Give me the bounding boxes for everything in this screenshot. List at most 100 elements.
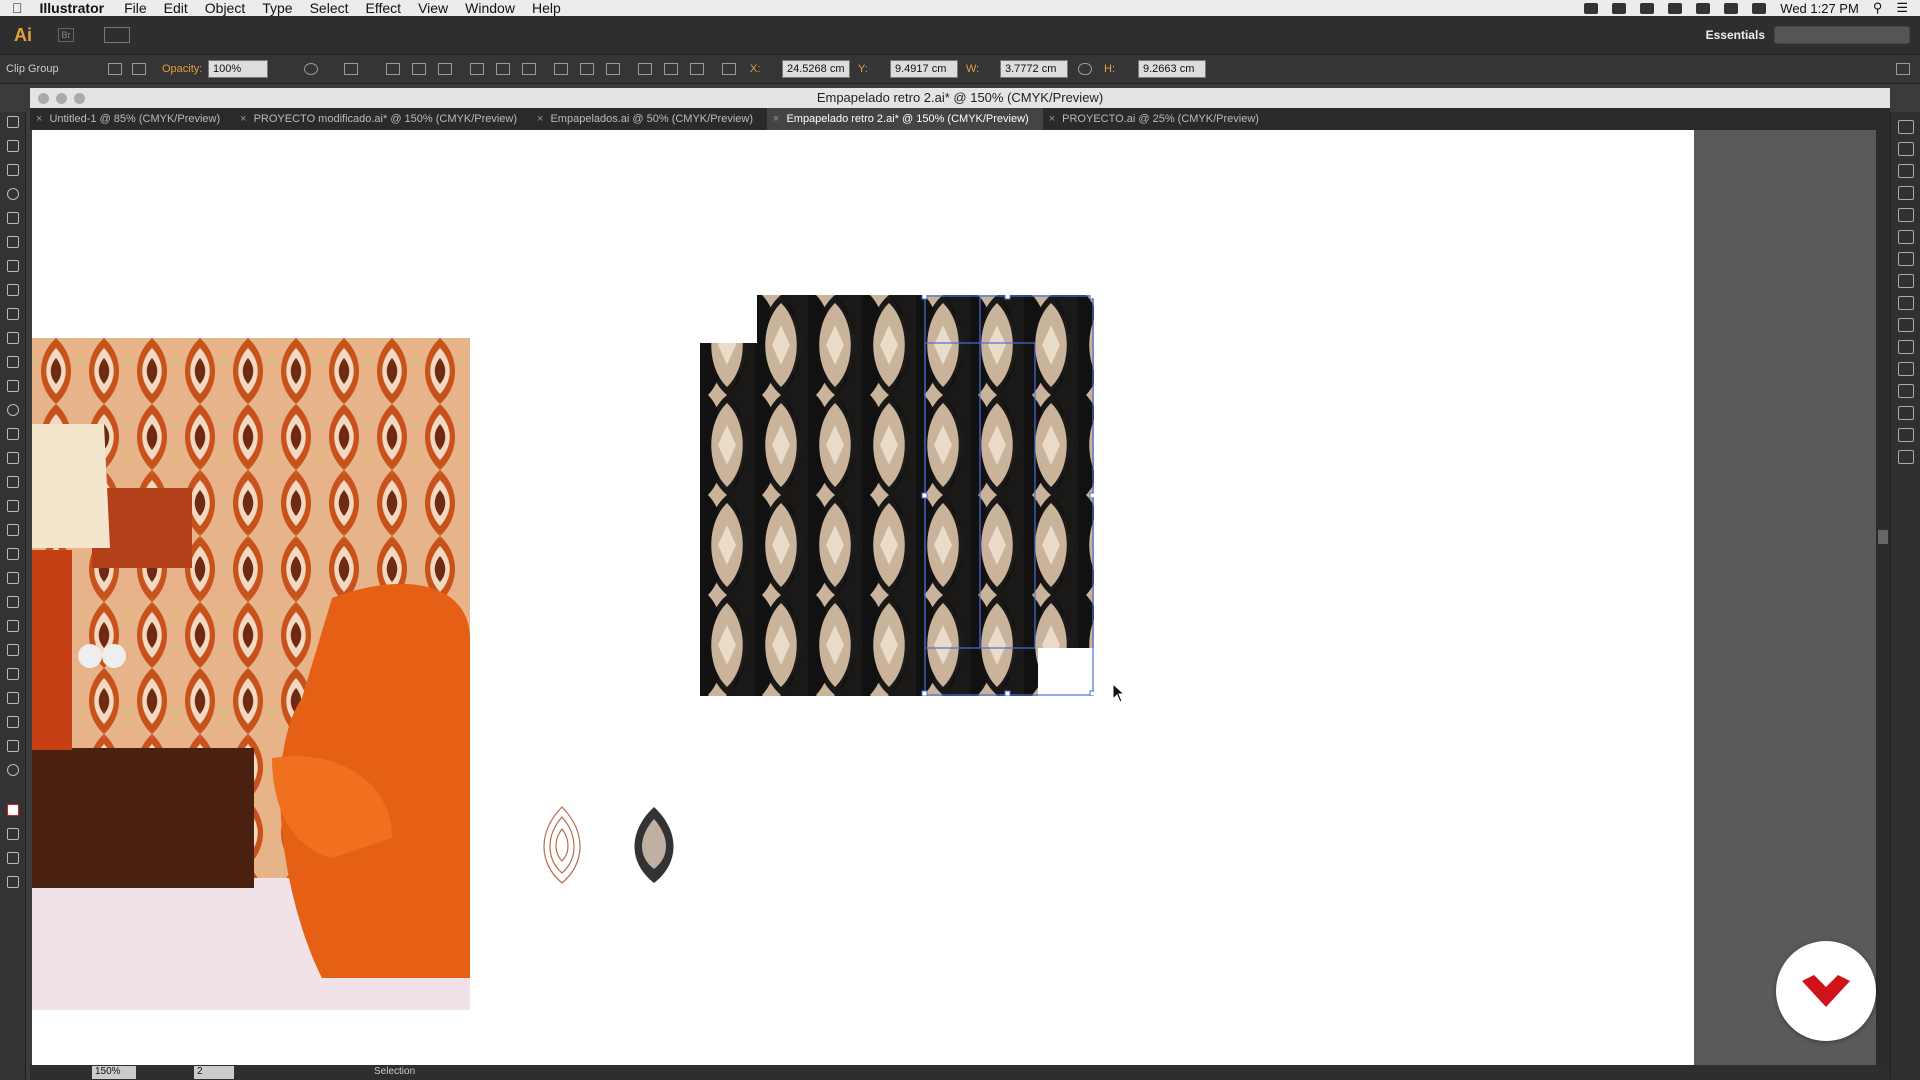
pencil-tool-icon[interactable] [3, 332, 23, 352]
selection-tool-icon[interactable] [3, 116, 23, 136]
notification-center-icon[interactable]: ☰ [1896, 0, 1908, 16]
motif-shapes[interactable] [530, 805, 690, 885]
record-icon[interactable] [1640, 2, 1655, 14]
user-icon[interactable] [1612, 2, 1627, 14]
symbols-panel-icon[interactable] [1898, 230, 1914, 244]
align-top-icon[interactable] [470, 63, 484, 75]
artboards-panel-icon[interactable] [1898, 384, 1914, 398]
hand-tool-icon[interactable] [3, 740, 23, 760]
direct-selection-tool-icon[interactable] [3, 140, 23, 160]
column-graph-tool-icon[interactable] [3, 668, 23, 688]
menu-help[interactable]: Help [532, 0, 561, 16]
transform-panel-icon[interactable] [1898, 406, 1914, 420]
tab-proyecto-modificado[interactable]: × PROYECTO modificado.ai* @ 150% (CMYK/Pr… [234, 108, 531, 130]
close-tab-icon[interactable]: × [537, 113, 543, 125]
align-left-icon[interactable] [386, 63, 400, 75]
blend-tool-icon[interactable] [3, 620, 23, 640]
menu-file[interactable]: File [124, 0, 147, 16]
distribute-right-icon[interactable] [690, 63, 704, 75]
menu-object[interactable]: Object [205, 0, 245, 16]
eyedropper-tool-icon[interactable] [3, 596, 23, 616]
gradient-tool-icon[interactable] [3, 572, 23, 592]
opacity-label[interactable]: Opacity: [162, 63, 202, 75]
menu-view[interactable]: View [418, 0, 448, 16]
color-guide-panel-icon[interactable] [1898, 142, 1914, 156]
close-tab-icon[interactable]: × [1049, 113, 1055, 125]
magic-wand-tool-icon[interactable] [3, 164, 23, 184]
rectangle-tool-icon[interactable] [3, 284, 23, 304]
rotate-tool-icon[interactable] [3, 404, 23, 424]
pasteboard[interactable] [1694, 130, 1876, 1065]
help-search-input[interactable] [1774, 26, 1910, 44]
vertical-scrollbar[interactable] [1876, 130, 1890, 1065]
wifi-icon[interactable] [1724, 2, 1739, 14]
close-tab-icon[interactable]: × [36, 113, 42, 125]
eraser-tool-icon[interactable] [3, 380, 23, 400]
workspace-switcher[interactable]: Essentials [1706, 28, 1765, 42]
layers-panel-icon[interactable] [1898, 362, 1914, 376]
lasso-tool-icon[interactable] [3, 188, 23, 208]
distribute-top-icon[interactable] [554, 63, 568, 75]
align-panel-icon[interactable] [1898, 428, 1914, 442]
scroll-thumb[interactable] [1878, 530, 1888, 544]
mesh-tool-icon[interactable] [3, 548, 23, 568]
menu-select[interactable]: Select [310, 0, 349, 16]
app-menu[interactable]: Illustrator [40, 0, 105, 16]
close-tab-icon[interactable]: × [240, 113, 246, 125]
perspective-grid-tool-icon[interactable] [3, 524, 23, 544]
close-window-icon[interactable] [38, 93, 49, 104]
menu-effect[interactable]: Effect [366, 0, 402, 16]
symbol-sprayer-tool-icon[interactable] [3, 644, 23, 664]
gradient-panel-icon[interactable] [1898, 274, 1914, 288]
spotlight-icon[interactable]: ⚲ [1873, 0, 1883, 16]
menu-type[interactable]: Type [262, 0, 292, 16]
tab-untitled-1[interactable]: × Untitled-1 @ 85% (CMYK/Preview) [30, 108, 234, 130]
control-panel-menu-icon[interactable] [1896, 63, 1910, 75]
graphic-styles-panel-icon[interactable] [1898, 340, 1914, 354]
color-panel-icon[interactable] [1898, 120, 1914, 134]
slice-tool-icon[interactable] [3, 716, 23, 736]
swatches-panel-icon[interactable] [1898, 186, 1914, 200]
align-to-icon[interactable] [344, 63, 358, 75]
menu-window[interactable]: Window [465, 0, 515, 16]
display-icon[interactable] [1668, 2, 1683, 14]
recolor-icon[interactable] [304, 63, 318, 75]
free-transform-tool-icon[interactable] [3, 476, 23, 496]
edit-contents-icon[interactable] [132, 63, 146, 75]
volume-icon[interactable] [1696, 2, 1711, 14]
tab-empapelados[interactable]: × Empapelados.ai @ 50% (CMYK/Preview) [531, 108, 767, 130]
align-middle-icon[interactable] [496, 63, 510, 75]
tab-proyecto[interactable]: × PROYECTO.ai @ 25% (CMYK/Preview) [1043, 108, 1273, 130]
menu-edit[interactable]: Edit [164, 0, 188, 16]
minimize-window-icon[interactable] [56, 93, 67, 104]
screen-mode-icon[interactable] [3, 876, 23, 896]
x-field[interactable]: 24.5268 cm [782, 60, 850, 78]
artboard-tool-icon[interactable] [3, 692, 23, 712]
type-tool-icon[interactable] [3, 236, 23, 256]
distribute-middle-icon[interactable] [580, 63, 594, 75]
constrain-proportions-icon[interactable] [1078, 63, 1092, 75]
distribute-center-icon[interactable] [664, 63, 678, 75]
distribute-bottom-icon[interactable] [606, 63, 620, 75]
appearance-panel-icon[interactable] [1898, 318, 1914, 332]
line-tool-icon[interactable] [3, 260, 23, 280]
artboard-navigation-field[interactable]: 2 [194, 1066, 234, 1079]
fill-stroke-swatch[interactable] [3, 804, 23, 824]
zoom-window-icon[interactable] [74, 93, 85, 104]
h-field[interactable]: 9.2663 cm [1138, 60, 1206, 78]
shape-builder-tool-icon[interactable] [3, 500, 23, 520]
blob-brush-tool-icon[interactable] [3, 356, 23, 376]
pen-tool-icon[interactable] [3, 212, 23, 232]
paintbrush-tool-icon[interactable] [3, 308, 23, 328]
align-right-icon[interactable] [438, 63, 452, 75]
zoom-tool-icon[interactable] [3, 764, 23, 784]
close-tab-icon[interactable]: × [773, 113, 779, 125]
draw-mode-icon[interactable] [3, 852, 23, 872]
reference-point-icon[interactable] [722, 63, 736, 75]
filled-drop-motif[interactable] [634, 807, 674, 883]
pathfinder-panel-icon[interactable] [1898, 450, 1914, 464]
outline-drop-motif[interactable] [543, 806, 581, 884]
width-tool-icon[interactable] [3, 452, 23, 472]
brushes-panel-icon[interactable] [1898, 208, 1914, 222]
w-field[interactable]: 3.7772 cm [1000, 60, 1068, 78]
